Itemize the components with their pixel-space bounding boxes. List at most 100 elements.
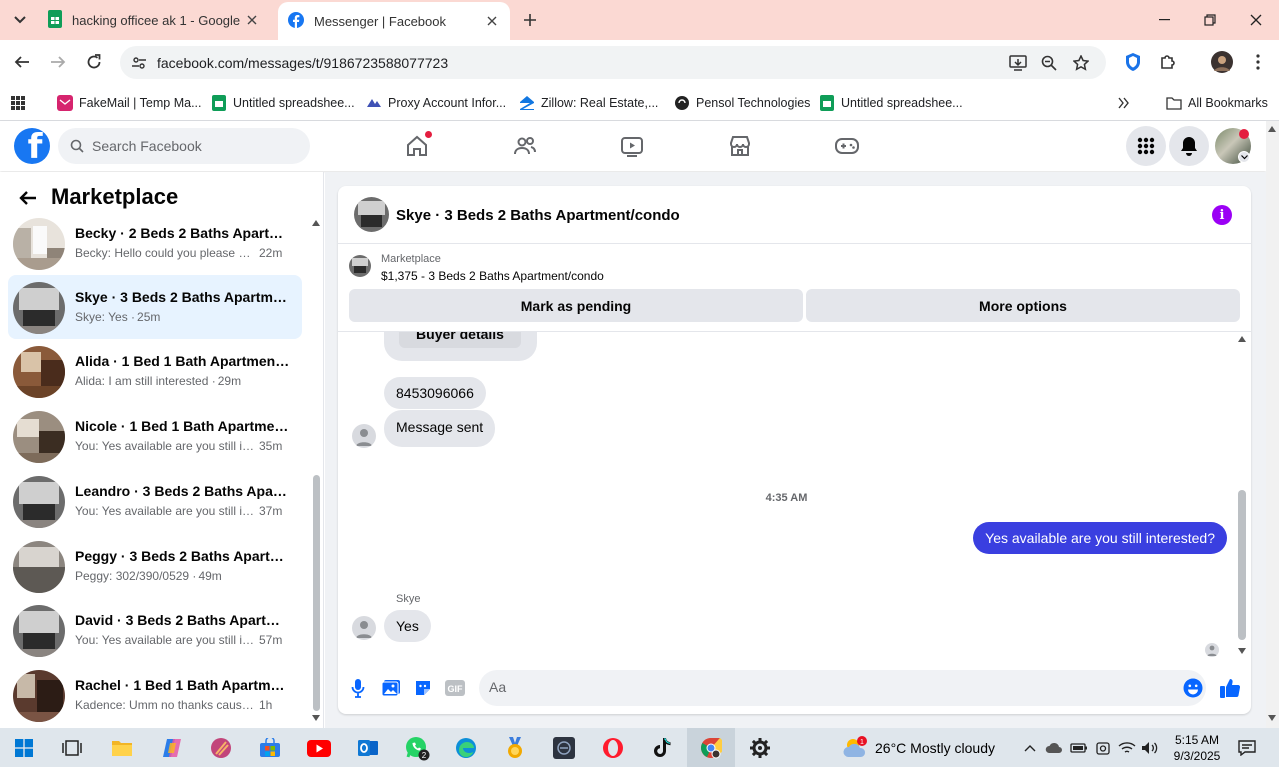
camera-icon[interactable] (1094, 739, 1112, 757)
microsoft-store-icon[interactable] (255, 733, 285, 763)
mark-as-pending-button[interactable]: Mark as pending (349, 289, 803, 322)
notifications-bell-icon[interactable] (1169, 126, 1209, 166)
account-chevron-down-icon[interactable] (1238, 151, 1250, 163)
file-explorer-icon[interactable] (107, 733, 137, 763)
system-clock[interactable]: 5:15 AM 9/3/2025 (1168, 732, 1226, 764)
page-scrollbar[interactable] (1266, 121, 1279, 728)
gaming-icon[interactable] (833, 132, 861, 160)
more-bookmarks-chevron-icon[interactable] (1118, 91, 1130, 115)
conversation-item[interactable]: Nicole · 1 Bed 1 Bath Apartment... You: … (8, 404, 302, 468)
close-tab-icon[interactable] (484, 13, 500, 29)
back-arrow-icon[interactable] (16, 186, 40, 210)
address-bar[interactable]: facebook.com/messages/t/9186723588077723 (120, 46, 1106, 79)
tab-messenger-facebook[interactable]: Messenger | Facebook (278, 2, 510, 40)
facebook-search[interactable] (58, 128, 310, 164)
volume-icon[interactable] (1141, 739, 1159, 757)
wifi-icon[interactable] (1118, 739, 1136, 757)
shield-extension-icon[interactable] (1121, 50, 1145, 74)
bookmark-star-icon[interactable] (1070, 52, 1092, 74)
edge-icon[interactable] (451, 733, 481, 763)
chat-scroll-up-icon[interactable] (1238, 336, 1246, 342)
menu-grid-icon[interactable] (1126, 126, 1166, 166)
extensions-puzzle-icon[interactable] (1156, 50, 1180, 74)
back-arrow-icon[interactable] (8, 48, 36, 76)
conversation-item[interactable]: David · 3 Beds 2 Baths Apartme... You: Y… (8, 598, 302, 662)
whatsapp-icon[interactable]: 2 (402, 733, 432, 763)
apps-grid-icon[interactable] (10, 91, 26, 115)
facebook-logo[interactable]: f (14, 128, 50, 164)
chat-listing-avatar[interactable] (354, 197, 389, 232)
new-tab-plus-icon[interactable] (518, 8, 542, 32)
forward-arrow-icon[interactable] (44, 48, 72, 76)
sidebar-scroll-up-icon[interactable] (312, 220, 320, 226)
chat-scrollbar[interactable] (1238, 490, 1246, 640)
video-icon[interactable] (618, 132, 646, 160)
marketplace-icon[interactable] (726, 132, 754, 160)
conversation-item[interactable]: Leandro · 3 Beds 2 Baths Apart... You: Y… (8, 469, 302, 533)
sidebar-scrollbar[interactable] (313, 475, 320, 711)
tiktok-icon[interactable] (647, 733, 677, 763)
battery-icon[interactable] (1070, 739, 1088, 757)
more-options-button[interactable]: More options (806, 289, 1240, 322)
weather-summary[interactable]: 26°C Mostly cloudy (875, 740, 995, 756)
search-input[interactable] (92, 138, 292, 154)
friends-icon[interactable] (511, 132, 539, 160)
conversation-item[interactable]: Peggy · 3 Beds 2 Baths Apartme... Peggy:… (8, 534, 302, 598)
conversation-item[interactable]: Becky · 2 Beds 2 Baths Apartme... Becky:… (8, 211, 302, 275)
reload-icon[interactable] (80, 48, 108, 76)
home-icon[interactable] (403, 130, 433, 160)
conversation-item[interactable]: Rachel · 1 Bed 1 Bath Apartment... Kaden… (8, 663, 302, 727)
restore-icon[interactable] (1187, 0, 1233, 40)
close-window-icon[interactable] (1233, 0, 1279, 40)
chat-scroll-down-icon[interactable] (1238, 648, 1246, 654)
listing-title[interactable]: $1,375 - 3 Beds 2 Baths Apartment/condo (381, 269, 604, 283)
bookmark-fakemail[interactable]: FakeMail | Temp Ma... (57, 91, 202, 115)
app-orb-icon[interactable] (206, 733, 236, 763)
bookmark-zillow[interactable]: Zillow: Real Estate,... (519, 91, 658, 115)
site-settings-icon[interactable] (128, 52, 150, 74)
emoji-icon[interactable] (1183, 678, 1203, 698)
zoom-icon[interactable] (1038, 52, 1060, 74)
bookmark-untitled-spreadsheet[interactable]: Untitled spreadshee... (211, 91, 355, 115)
app-dark-tile-icon[interactable] (549, 733, 579, 763)
buyer-details-button[interactable]: Buyer details (399, 332, 521, 348)
all-bookmarks[interactable]: All Bookmarks (1166, 91, 1268, 115)
microphone-icon[interactable] (346, 676, 370, 700)
task-view-icon[interactable] (57, 733, 87, 763)
sidebar-scroll-down-icon[interactable] (312, 715, 320, 721)
close-tab-icon[interactable] (244, 12, 260, 28)
show-hidden-icons-chevron-icon[interactable] (1021, 739, 1039, 757)
weather-cloud-icon[interactable]: 1 (841, 733, 871, 763)
medal-app-icon[interactable] (500, 733, 530, 763)
page-scroll-down-icon[interactable] (1268, 715, 1276, 721)
photo-icon[interactable] (379, 676, 403, 700)
conversation-item-active[interactable]: Skye · 3 Beds 2 Baths Apartmen... Skye: … (8, 275, 302, 339)
sticker-icon[interactable] (411, 676, 435, 700)
tab-search-chevron-icon[interactable] (8, 8, 32, 32)
chrome-profile-avatar[interactable] (1210, 50, 1234, 74)
message-input-box[interactable] (479, 670, 1206, 706)
windows-start-icon[interactable] (9, 733, 39, 763)
install-app-icon[interactable] (1007, 52, 1029, 74)
gif-icon[interactable]: GIF (443, 676, 467, 700)
chrome-menu-icon[interactable] (1246, 50, 1270, 74)
onedrive-cloud-icon[interactable] (1045, 739, 1063, 757)
minimize-icon[interactable] (1141, 0, 1187, 40)
thumbs-up-icon[interactable] (1218, 676, 1242, 700)
bookmark-pensol[interactable]: Pensol Technologies (674, 91, 810, 115)
tab-google-sheets[interactable]: hacking officee ak 1 - Google Sh (38, 0, 270, 40)
bookmark-untitled-spreadsheet-2[interactable]: Untitled spreadshee... (819, 91, 963, 115)
youtube-icon[interactable] (304, 733, 334, 763)
outlook-icon[interactable] (353, 733, 383, 763)
settings-gear-icon[interactable] (745, 733, 775, 763)
copilot-icon[interactable] (157, 733, 187, 763)
opera-icon[interactable] (598, 733, 628, 763)
bookmark-proxy-account[interactable]: Proxy Account Infor... (366, 91, 506, 115)
conversation-item[interactable]: Alida · 1 Bed 1 Bath Apartment/c... Alid… (8, 339, 302, 403)
chat-title[interactable]: Skye · 3 Beds 2 Baths Apartment/condo (396, 207, 680, 224)
notification-center-icon[interactable] (1238, 739, 1256, 757)
info-icon[interactable]: i (1212, 205, 1232, 225)
page-scroll-up-icon[interactable] (1268, 126, 1276, 132)
chrome-icon[interactable] (696, 733, 726, 763)
message-input[interactable] (489, 679, 1169, 695)
